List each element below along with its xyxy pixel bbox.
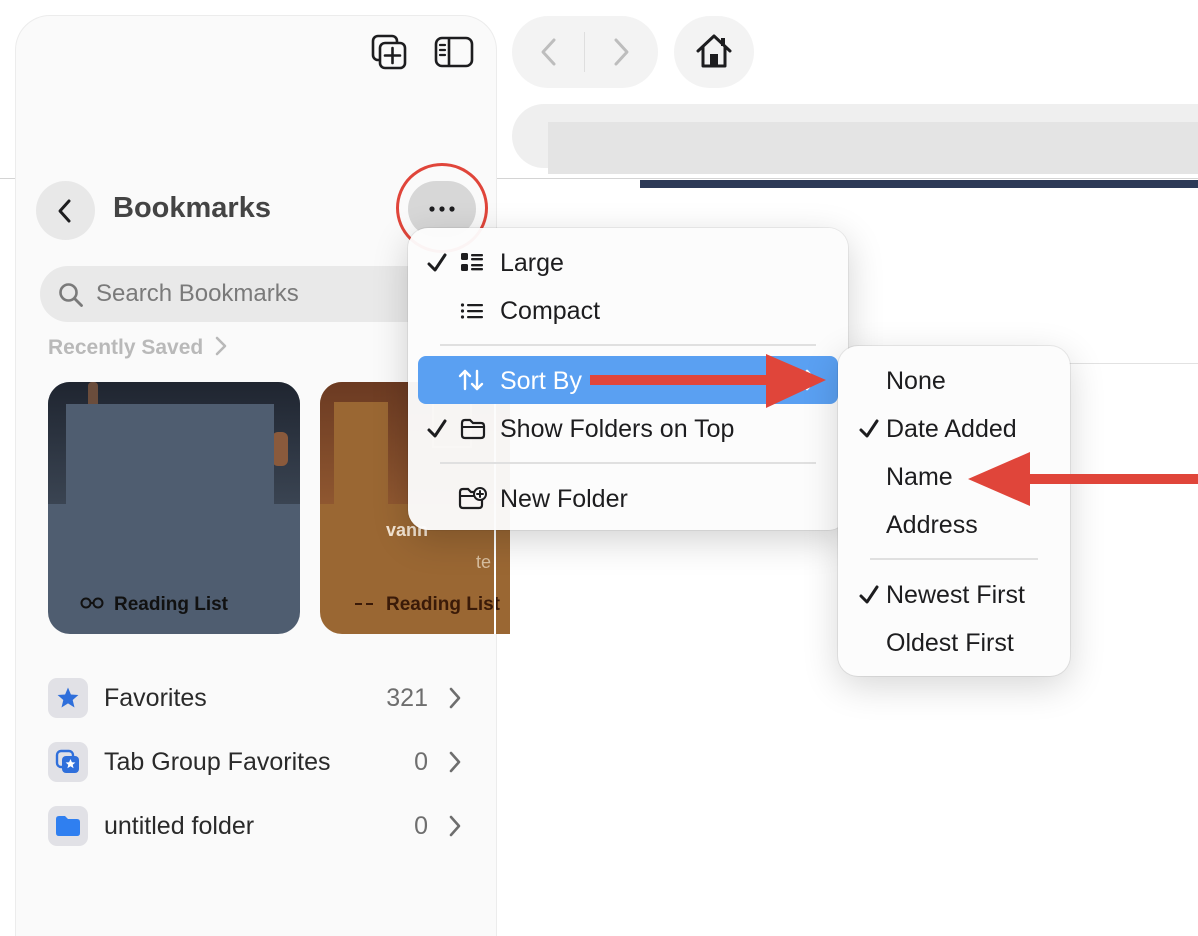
- folder-row-tab-group-favorites[interactable]: Tab Group Favorites 0: [48, 740, 468, 786]
- sort-arrows-icon: [458, 369, 484, 391]
- reading-glasses-icon: [80, 597, 104, 609]
- page-content-card: [650, 188, 1198, 364]
- sidebar-toggle-icon[interactable]: [434, 36, 474, 68]
- new-tab-group-icon[interactable]: [370, 33, 408, 71]
- folder-count: 321: [386, 684, 428, 712]
- folder-label: untitled folder: [104, 812, 255, 840]
- nav-divider: [584, 32, 585, 72]
- order-option-oldest-first[interactable]: Oldest First: [886, 629, 1014, 658]
- chevron-right-icon: [449, 751, 461, 773]
- card-thumbnail: [48, 382, 300, 504]
- menu-item-large[interactable]: Large: [500, 249, 564, 278]
- tab-group-folder-badge: [48, 742, 88, 782]
- recently-saved-label: Recently Saved: [48, 336, 204, 359]
- folder-count: 0: [414, 748, 428, 776]
- forward-arrow-icon[interactable]: [608, 36, 634, 68]
- folder-icon: [56, 816, 80, 836]
- back-arrow-icon[interactable]: [536, 36, 562, 68]
- menu-divider: [440, 462, 816, 464]
- reading-glasses-icon: [355, 603, 373, 605]
- home-button[interactable]: [674, 16, 754, 88]
- search-icon: [59, 283, 83, 307]
- menu-item-sort-by[interactable]: Sort By: [500, 367, 582, 396]
- folder-label: Tab Group Favorites: [104, 748, 331, 776]
- folder-outline-icon: [460, 418, 486, 440]
- folder-row-favorites[interactable]: Favorites 321: [48, 676, 468, 722]
- folder-count: 0: [414, 812, 428, 840]
- star-icon: [57, 687, 79, 708]
- thumbnail-redaction: [334, 402, 388, 504]
- favorites-folder-badge: [48, 678, 88, 718]
- untitled-folder-badge: [48, 806, 88, 846]
- menu-item-new-folder[interactable]: New Folder: [500, 485, 628, 514]
- navigation-pill: [512, 16, 658, 88]
- chevron-right-icon: [449, 815, 461, 837]
- card-text-fragment: te: [476, 552, 492, 572]
- folder-label: Favorites: [104, 684, 207, 712]
- menu-item-compact[interactable]: Compact: [500, 297, 600, 326]
- thumbnail-detail: [272, 432, 288, 466]
- annotation-arrow-right: [590, 354, 826, 408]
- sidebar-back-button[interactable]: [36, 181, 95, 240]
- recently-saved-link[interactable]: Recently Saved: [48, 336, 227, 360]
- chevron-right-icon: [449, 687, 461, 709]
- chevron-left-icon: [58, 199, 71, 223]
- annotation-arrow-left: [968, 452, 1198, 506]
- folder-row-untitled-folder[interactable]: untitled folder 0: [48, 804, 468, 850]
- chevron-right-icon: [215, 336, 227, 356]
- large-list-icon: [461, 253, 483, 271]
- checkmark-icon: [859, 585, 879, 604]
- home-icon: [696, 34, 732, 68]
- menu-item-show-folders-on-top[interactable]: Show Folders on Top: [500, 415, 734, 444]
- checkmark-icon: [427, 419, 447, 438]
- new-folder-icon: [458, 487, 487, 510]
- card-label: Reading List: [386, 594, 501, 615]
- address-bar-redacted: [548, 122, 1198, 174]
- card-label: Reading List: [114, 594, 229, 615]
- sidebar-title: Bookmarks: [113, 192, 271, 224]
- thumbnail-redaction: [66, 404, 274, 504]
- order-option-newest-first[interactable]: Newest First: [886, 581, 1025, 610]
- sort-option-none[interactable]: None: [886, 367, 946, 396]
- tab-group-star-icon: [55, 749, 79, 773]
- menu-divider: [440, 344, 816, 346]
- checkmark-icon: [427, 253, 447, 272]
- compact-list-icon: [460, 303, 483, 319]
- search-placeholder: Search Bookmarks: [96, 280, 299, 307]
- reading-list-card[interactable]: Reading List: [48, 382, 300, 634]
- sort-option-date-added[interactable]: Date Added: [886, 415, 1017, 444]
- checkmark-icon: [859, 419, 879, 438]
- sort-option-address[interactable]: Address: [886, 511, 978, 540]
- sort-option-name[interactable]: Name: [886, 463, 953, 492]
- submenu-divider: [870, 558, 1038, 560]
- page-header-bar: [640, 180, 1198, 188]
